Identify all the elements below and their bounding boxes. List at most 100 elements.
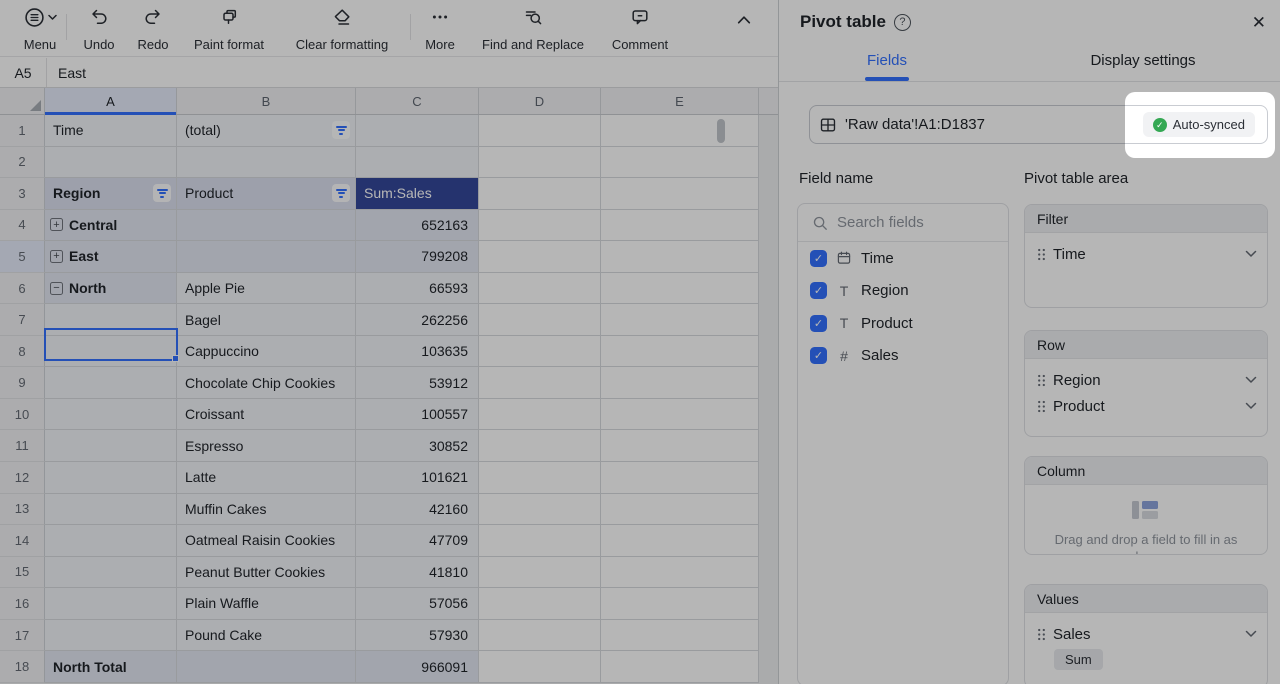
cell-B18[interactable]: [177, 651, 356, 683]
cell-E14[interactable]: [601, 525, 759, 557]
expand-icon[interactable]: +: [50, 250, 63, 263]
cell-A10[interactable]: [45, 399, 177, 431]
cell-name-box[interactable]: A5: [0, 58, 47, 87]
more-button[interactable]: More: [417, 6, 463, 52]
row-header-13[interactable]: 13: [0, 494, 45, 526]
cell-D12[interactable]: [479, 462, 601, 494]
formula-input[interactable]: East: [47, 65, 86, 81]
cell-C4[interactable]: 652163: [356, 210, 479, 242]
cell-A6[interactable]: −North: [45, 273, 177, 305]
cell-B17[interactable]: Pound Cake: [177, 620, 356, 652]
cell-E4[interactable]: [601, 210, 759, 242]
cell-B10[interactable]: Croissant: [177, 399, 356, 431]
cell-B16[interactable]: Plain Waffle: [177, 588, 356, 620]
clear-formatting-button[interactable]: Clear formatting: [287, 6, 397, 52]
cell-E8[interactable]: [601, 336, 759, 368]
cell-A12[interactable]: [45, 462, 177, 494]
menu-button[interactable]: Menu: [12, 6, 68, 52]
cell-A13[interactable]: [45, 494, 177, 526]
filter-icon[interactable]: [332, 184, 350, 202]
cell-B5[interactable]: [177, 241, 356, 273]
checkbox-checked-icon[interactable]: ✓: [810, 282, 827, 299]
drag-handle-icon[interactable]: [1037, 248, 1046, 261]
cell-E3[interactable]: [601, 178, 759, 210]
cell-E12[interactable]: [601, 462, 759, 494]
drag-handle-icon[interactable]: [1037, 374, 1046, 387]
row-header-17[interactable]: 17: [0, 620, 45, 652]
cell-C14[interactable]: 47709: [356, 525, 479, 557]
cell-E16[interactable]: [601, 588, 759, 620]
cell-E9[interactable]: [601, 367, 759, 399]
cell-D18[interactable]: [479, 651, 601, 683]
cell-E10[interactable]: [601, 399, 759, 431]
close-icon[interactable]: ✕: [1252, 13, 1266, 33]
cell-C3[interactable]: Sum:Sales: [356, 178, 479, 210]
row-header-12[interactable]: 12: [0, 462, 45, 494]
cell-D5[interactable]: [479, 241, 601, 273]
cell-D4[interactable]: [479, 210, 601, 242]
cell-B11[interactable]: Espresso: [177, 430, 356, 462]
field-item-region[interactable]: ✓TRegion: [798, 275, 1008, 308]
area-field-sales[interactable]: Sales: [1025, 621, 1267, 647]
cell-E18[interactable]: [601, 651, 759, 683]
cell-A7[interactable]: [45, 304, 177, 336]
chevron-down-icon[interactable]: [1245, 402, 1257, 410]
cell-E5[interactable]: [601, 241, 759, 273]
cell-D3[interactable]: [479, 178, 601, 210]
row-header-18[interactable]: 18: [0, 651, 45, 683]
column-header-C[interactable]: C: [356, 88, 479, 114]
row-header-11[interactable]: 11: [0, 430, 45, 462]
cell-D11[interactable]: [479, 430, 601, 462]
cell-C5[interactable]: 799208: [356, 241, 479, 273]
cell-D1[interactable]: [479, 115, 601, 147]
row-header-9[interactable]: 9: [0, 367, 45, 399]
cell-D16[interactable]: [479, 588, 601, 620]
cell-C15[interactable]: 41810: [356, 557, 479, 589]
cell-A9[interactable]: [45, 367, 177, 399]
row-header-2[interactable]: 2: [0, 147, 45, 179]
filter-icon[interactable]: [332, 121, 350, 139]
cell-B1[interactable]: (total): [177, 115, 356, 147]
cell-C8[interactable]: 103635: [356, 336, 479, 368]
field-item-time[interactable]: ✓Time: [798, 242, 1008, 275]
cell-B8[interactable]: Cappuccino: [177, 336, 356, 368]
row-header-4[interactable]: 4: [0, 210, 45, 242]
drag-handle-icon[interactable]: [1037, 628, 1046, 641]
expand-icon[interactable]: +: [50, 218, 63, 231]
cell-A16[interactable]: [45, 588, 177, 620]
cell-B6[interactable]: Apple Pie: [177, 273, 356, 305]
cell-A3[interactable]: Region: [45, 178, 177, 210]
cell-D8[interactable]: [479, 336, 601, 368]
cell-D15[interactable]: [479, 557, 601, 589]
cell-D9[interactable]: [479, 367, 601, 399]
cell-A2[interactable]: [45, 147, 177, 179]
cell-A8[interactable]: [45, 336, 177, 368]
chevron-down-icon[interactable]: [1245, 250, 1257, 258]
column-header-E[interactable]: E: [601, 88, 759, 114]
cell-B12[interactable]: Latte: [177, 462, 356, 494]
checkbox-checked-icon[interactable]: ✓: [810, 250, 827, 267]
cell-A11[interactable]: [45, 430, 177, 462]
cell-C17[interactable]: 57930: [356, 620, 479, 652]
checkbox-checked-icon[interactable]: ✓: [810, 315, 827, 332]
help-icon[interactable]: ?: [894, 14, 911, 31]
cell-B4[interactable]: [177, 210, 356, 242]
find-replace-button[interactable]: Find and Replace: [477, 6, 589, 52]
cell-A4[interactable]: +Central: [45, 210, 177, 242]
cell-B7[interactable]: Bagel: [177, 304, 356, 336]
cell-D2[interactable]: [479, 147, 601, 179]
cell-D10[interactable]: [479, 399, 601, 431]
row-header-1[interactable]: 1: [0, 115, 45, 147]
row-header-5[interactable]: 5: [0, 241, 45, 273]
chevron-down-icon[interactable]: [1245, 630, 1257, 638]
cell-E13[interactable]: [601, 494, 759, 526]
cell-C9[interactable]: 53912: [356, 367, 479, 399]
cell-E15[interactable]: [601, 557, 759, 589]
cell-C13[interactable]: 42160: [356, 494, 479, 526]
cell-C7[interactable]: 262256: [356, 304, 479, 336]
cell-C1[interactable]: [356, 115, 479, 147]
data-range-input[interactable]: 'Raw data'!A1:D1837 ✓ Auto-synced: [809, 105, 1268, 144]
field-item-sales[interactable]: ✓#Sales: [798, 340, 1008, 373]
row-header-14[interactable]: 14: [0, 525, 45, 557]
cell-E2[interactable]: [601, 147, 759, 179]
